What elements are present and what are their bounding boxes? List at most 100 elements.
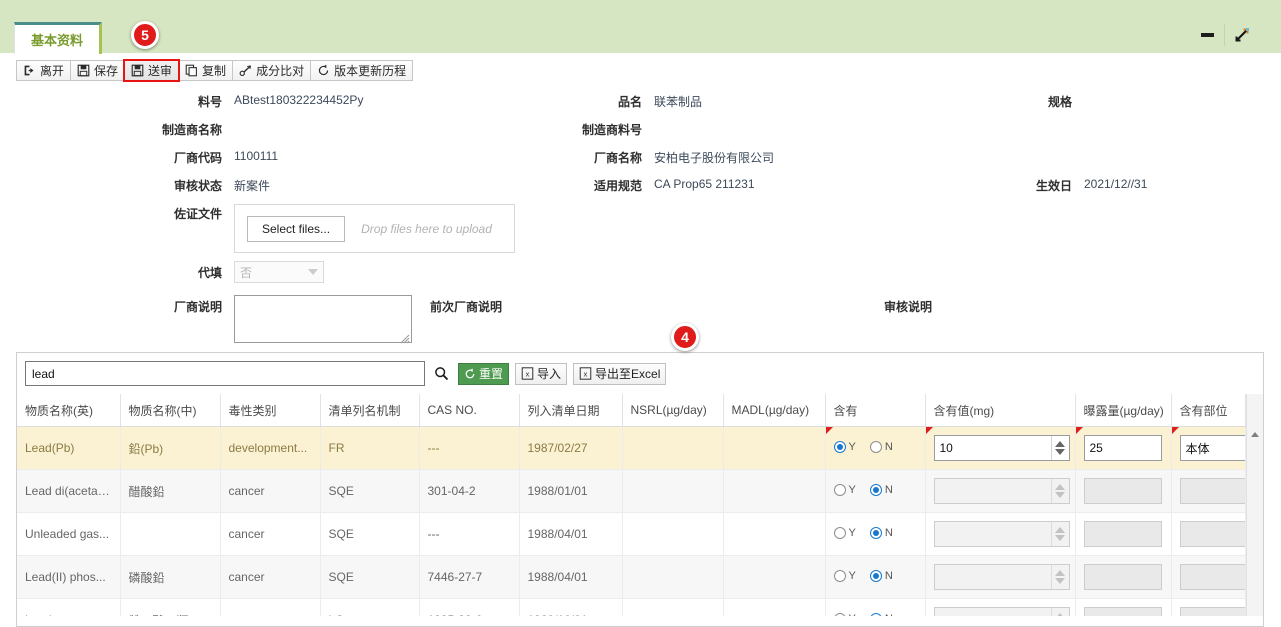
- col-amount[interactable]: 含有值(mg): [925, 394, 1076, 427]
- copy-button[interactable]: 复制: [178, 60, 234, 81]
- col-listed-date[interactable]: 列入清单日期: [519, 394, 623, 427]
- scroll-up-icon[interactable]: [1251, 432, 1259, 437]
- cell-part[interactable]: [1171, 469, 1246, 513]
- amount-stepper[interactable]: [933, 607, 1070, 616]
- col-madl[interactable]: MADL(µg/day): [723, 394, 826, 427]
- contains-radio-yes[interactable]: [833, 483, 846, 496]
- save-button[interactable]: 保存: [70, 60, 126, 81]
- col-contains[interactable]: 含有: [825, 394, 926, 427]
- cell-exposure[interactable]: [1075, 555, 1172, 599]
- table-row[interactable]: Lead di(acetate) 醋酸鉛 cancer SQE 301-04-2…: [17, 469, 1246, 513]
- minimize-button[interactable]: [1190, 24, 1224, 46]
- cell-amount[interactable]: [925, 555, 1076, 599]
- contains-radio-group[interactable]: Y N: [833, 483, 893, 496]
- contains-radio-yes[interactable]: [833, 526, 846, 539]
- amount-stepper[interactable]: [933, 478, 1070, 504]
- stepper-up-icon[interactable]: [1055, 441, 1065, 447]
- contains-radio-no[interactable]: [869, 569, 882, 582]
- stepper-up-icon[interactable]: [1055, 527, 1065, 533]
- cell-contains[interactable]: Y N: [825, 426, 926, 470]
- amount-stepper[interactable]: [933, 564, 1070, 590]
- cell-amount[interactable]: [925, 469, 1076, 513]
- part-input[interactable]: [1179, 435, 1244, 461]
- part-input[interactable]: [1179, 521, 1244, 547]
- contains-radio-group[interactable]: Y N: [833, 440, 893, 453]
- cell-part[interactable]: [1171, 426, 1246, 470]
- col-name-zh[interactable]: 物质名称(中): [120, 394, 221, 427]
- table-row[interactable]: Lead acetate,... 雙乙酸四羥三鉛 cancer LC 1335-…: [17, 598, 1246, 616]
- export-excel-button[interactable]: x 导出至Excel: [573, 362, 667, 385]
- amount-stepper-buttons[interactable]: [1050, 479, 1069, 503]
- vendor-note-textarea[interactable]: [234, 295, 412, 343]
- stepper-up-icon[interactable]: [1055, 484, 1065, 490]
- col-part[interactable]: 含有部位: [1171, 394, 1246, 427]
- cell-exposure[interactable]: [1075, 598, 1172, 616]
- contains-radio-yes[interactable]: [833, 569, 846, 582]
- version-history-button[interactable]: 版本更新历程: [310, 60, 414, 81]
- table-row[interactable]: Lead(II) phos... 磷酸鉛 cancer SQE 7446-27-…: [17, 555, 1246, 599]
- amount-stepper-buttons[interactable]: [1050, 608, 1069, 616]
- contains-radio-no[interactable]: [869, 440, 882, 453]
- amount-stepper[interactable]: [933, 435, 1070, 461]
- col-cas-no[interactable]: CAS NO.: [419, 394, 520, 427]
- part-input[interactable]: [1179, 564, 1244, 590]
- part-input[interactable]: [1179, 478, 1244, 504]
- proxy-select[interactable]: 否: [234, 261, 324, 283]
- amount-stepper[interactable]: [933, 521, 1070, 547]
- stepper-up-icon[interactable]: [1055, 613, 1065, 616]
- import-button[interactable]: x 导入: [515, 362, 568, 385]
- exposure-input[interactable]: [1083, 435, 1162, 461]
- file-dropzone[interactable]: Select files... Drop files here to uploa…: [234, 204, 515, 253]
- col-name-en[interactable]: 物质名称(英): [17, 394, 121, 427]
- exposure-input[interactable]: [1083, 607, 1162, 616]
- amount-input[interactable]: [934, 608, 1051, 616]
- contains-radio-yes[interactable]: [833, 440, 846, 453]
- cell-part[interactable]: [1171, 598, 1246, 616]
- grid-vertical-scrollbar[interactable]: [1246, 394, 1263, 616]
- tab-basic-info[interactable]: 基本资料: [14, 22, 103, 54]
- select-files-button[interactable]: Select files...: [247, 215, 346, 242]
- part-input[interactable]: [1179, 607, 1244, 616]
- amount-input[interactable]: [934, 522, 1051, 546]
- cell-contains[interactable]: Y N: [825, 469, 926, 513]
- cell-part[interactable]: [1171, 555, 1246, 599]
- table-row[interactable]: Lead(Pb) 鉛(Pb) development... FR --- 198…: [17, 426, 1246, 470]
- contains-radio-no[interactable]: [869, 612, 882, 616]
- cell-exposure[interactable]: [1075, 469, 1172, 513]
- cell-amount[interactable]: [925, 598, 1076, 616]
- amount-input[interactable]: [934, 565, 1051, 589]
- cell-amount[interactable]: [925, 426, 1076, 470]
- cell-exposure[interactable]: [1075, 426, 1172, 470]
- contains-radio-group[interactable]: Y N: [833, 612, 893, 616]
- col-nsrl[interactable]: NSRL(µg/day): [622, 394, 724, 427]
- exposure-input[interactable]: [1083, 564, 1162, 590]
- contains-radio-group[interactable]: Y N: [833, 569, 893, 582]
- contains-radio-no[interactable]: [869, 526, 882, 539]
- stepper-down-icon[interactable]: [1055, 578, 1065, 584]
- cell-contains[interactable]: Y N: [825, 512, 926, 556]
- exposure-input[interactable]: [1083, 521, 1162, 547]
- stepper-up-icon[interactable]: [1055, 570, 1065, 576]
- stepper-down-icon[interactable]: [1055, 449, 1065, 455]
- amount-input[interactable]: [934, 479, 1051, 503]
- col-toxicity[interactable]: 毒性类别: [220, 394, 321, 427]
- exposure-input[interactable]: [1083, 478, 1162, 504]
- composition-compare-button[interactable]: 成分比对: [232, 60, 312, 81]
- search-input[interactable]: [25, 361, 425, 386]
- amount-stepper-buttons[interactable]: [1050, 436, 1069, 460]
- cell-contains[interactable]: Y N: [825, 598, 926, 616]
- contains-radio-yes[interactable]: [833, 612, 846, 616]
- leave-button[interactable]: 离开: [16, 60, 72, 81]
- cell-contains[interactable]: Y N: [825, 555, 926, 599]
- stepper-down-icon[interactable]: [1055, 535, 1065, 541]
- stepper-down-icon[interactable]: [1055, 492, 1065, 498]
- cell-part[interactable]: [1171, 512, 1246, 556]
- restore-button[interactable]: [1224, 24, 1259, 46]
- contains-radio-group[interactable]: Y N: [833, 526, 893, 539]
- contains-radio-no[interactable]: [869, 483, 882, 496]
- amount-stepper-buttons[interactable]: [1050, 565, 1069, 589]
- amount-input[interactable]: [934, 436, 1051, 460]
- submit-review-button[interactable]: 送审: [123, 59, 181, 82]
- amount-stepper-buttons[interactable]: [1050, 522, 1069, 546]
- cell-exposure[interactable]: [1075, 512, 1172, 556]
